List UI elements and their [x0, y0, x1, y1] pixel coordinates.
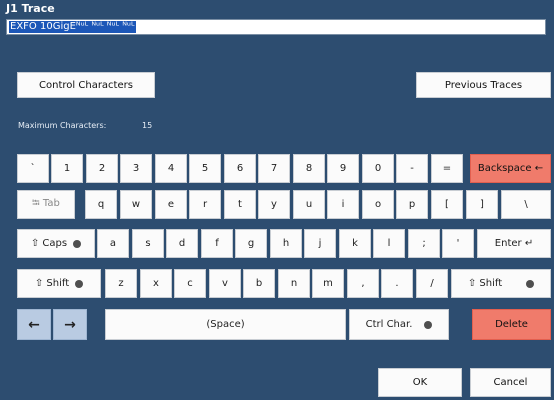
max-characters-value: 15	[142, 121, 153, 130]
key[interactable]: .	[381, 269, 413, 298]
key[interactable]: 0	[362, 154, 394, 183]
max-characters-label: Maximum Characters:	[18, 121, 107, 130]
tab-key[interactable]: ⭾ Tab	[17, 190, 75, 219]
key[interactable]: x	[140, 269, 172, 298]
key[interactable]: f	[201, 229, 233, 258]
key[interactable]: z	[105, 269, 137, 298]
key[interactable]: 3	[120, 154, 152, 183]
delete-key[interactable]: Delete	[472, 309, 551, 340]
shift-left-indicator-icon	[75, 279, 84, 288]
key[interactable]: n	[278, 269, 310, 298]
shift-right-key[interactable]: ⇧ Shift	[451, 269, 551, 298]
key[interactable]: '	[442, 229, 474, 258]
key[interactable]: s	[132, 229, 164, 258]
caps-key[interactable]: ⇧ Caps	[17, 229, 95, 258]
cancel-button[interactable]: Cancel	[470, 368, 551, 397]
key[interactable]: e	[155, 190, 187, 219]
ok-button[interactable]: OK	[378, 368, 462, 397]
key[interactable]: q	[85, 190, 117, 219]
key[interactable]: p	[396, 190, 428, 219]
key[interactable]: y	[258, 190, 290, 219]
key[interactable]: 1	[51, 154, 83, 183]
previous-traces-button[interactable]: Previous Traces	[416, 72, 551, 98]
shift-right-label: ⇧ Shift	[467, 278, 503, 289]
key[interactable]: v	[209, 269, 241, 298]
caps-indicator-icon	[73, 239, 82, 248]
arrow-left-key[interactable]: ←	[17, 309, 51, 340]
key[interactable]: 7	[258, 154, 290, 183]
ctrl-char-label: Ctrl Char.	[365, 319, 413, 330]
key[interactable]: u	[293, 190, 325, 219]
key[interactable]: =	[431, 154, 463, 183]
key[interactable]: /	[416, 269, 448, 298]
key[interactable]: 9	[327, 154, 359, 183]
key[interactable]: i	[327, 190, 359, 219]
key[interactable]: \	[501, 190, 551, 219]
backspace-key[interactable]: Backspace ←	[470, 154, 551, 183]
key[interactable]: -	[396, 154, 428, 183]
caps-key-label: ⇧ Caps	[30, 238, 68, 249]
key[interactable]: j	[304, 229, 336, 258]
key[interactable]: h	[270, 229, 302, 258]
ctrl-char-key[interactable]: Ctrl Char.	[349, 309, 449, 340]
dialog-title: J1 Trace	[6, 2, 55, 15]
shift-left-key[interactable]: ⇧ Shift	[17, 269, 101, 298]
key[interactable]: ;	[408, 229, 440, 258]
key[interactable]: 4	[155, 154, 187, 183]
key[interactable]: r	[189, 190, 221, 219]
key[interactable]: o	[362, 190, 394, 219]
key[interactable]: t	[224, 190, 256, 219]
trace-input[interactable]: EXFO 10GigEᴺᵘᴸ ᴺᵘᴸ ᴺᵘᴸ ᴺᵘᴸ	[6, 19, 546, 35]
key[interactable]: 6	[224, 154, 256, 183]
key[interactable]: b	[243, 269, 275, 298]
key[interactable]: ]	[466, 190, 498, 219]
control-characters-button[interactable]: Control Characters	[17, 72, 155, 98]
shift-left-label: ⇧ Shift	[34, 278, 70, 289]
enter-key[interactable]: Enter ↵	[477, 229, 551, 258]
key[interactable]: g	[235, 229, 267, 258]
arrow-right-key[interactable]: →	[53, 309, 87, 340]
key[interactable]: k	[339, 229, 371, 258]
trace-input-value: EXFO 10GigEᴺᵘᴸ ᴺᵘᴸ ᴺᵘᴸ ᴺᵘᴸ	[9, 21, 136, 33]
ctrl-char-indicator-icon	[424, 320, 433, 329]
key[interactable]: w	[120, 190, 152, 219]
key[interactable]: 8	[293, 154, 325, 183]
key[interactable]: m	[312, 269, 344, 298]
shift-right-indicator-icon	[526, 279, 535, 288]
key[interactable]: a	[97, 229, 129, 258]
key[interactable]: `	[17, 154, 49, 183]
space-key[interactable]: (Space)	[105, 309, 346, 340]
key[interactable]: 2	[86, 154, 118, 183]
key[interactable]: 5	[189, 154, 221, 183]
key[interactable]: d	[166, 229, 198, 258]
key[interactable]: ,	[347, 269, 379, 298]
key[interactable]: [	[431, 190, 463, 219]
key[interactable]: c	[174, 269, 206, 298]
key[interactable]: l	[373, 229, 405, 258]
